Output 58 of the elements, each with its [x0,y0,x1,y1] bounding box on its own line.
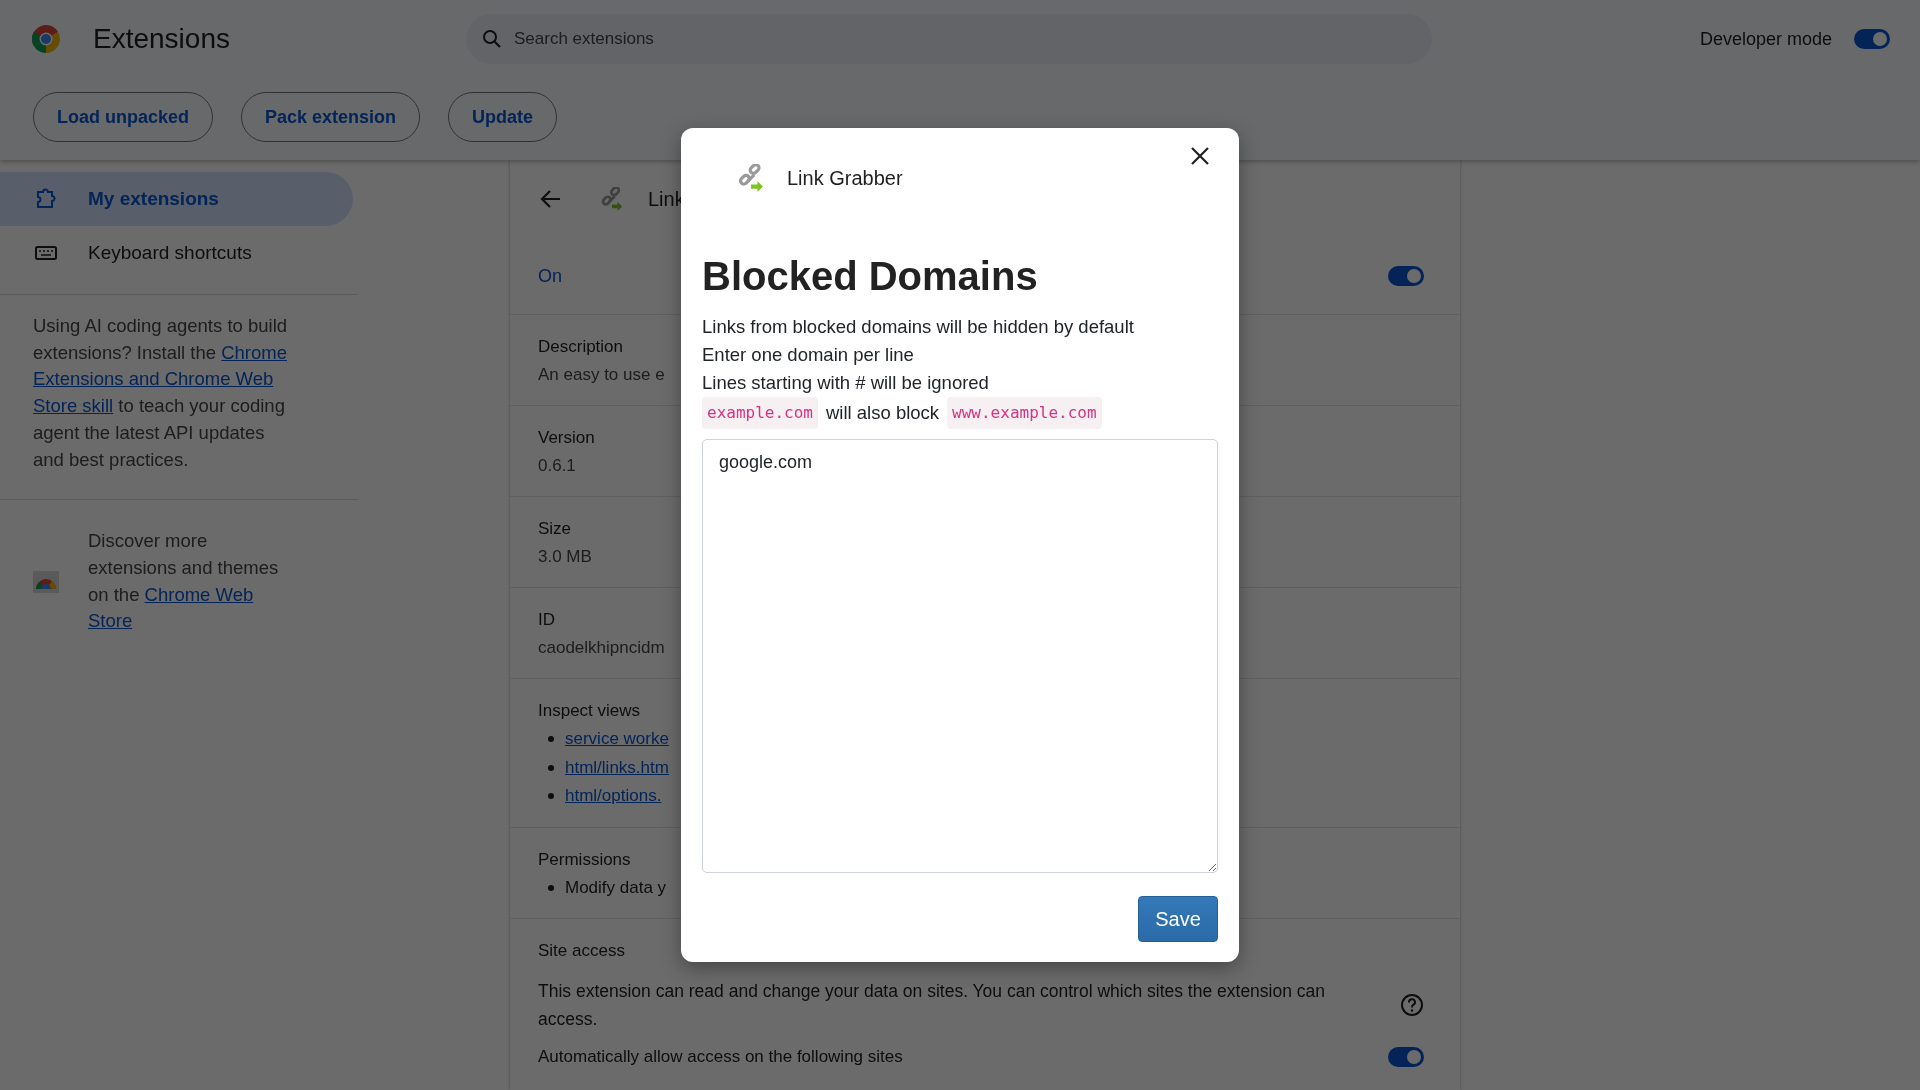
permission-text: Modify data y [565,876,667,899]
dialog-heading: Blocked Domains [702,254,1039,299]
search-icon [482,29,502,49]
puzzle-icon [35,188,57,210]
toolbar-button[interactable]: Pack extension [241,92,421,142]
section-value: 0.6.1 [538,455,576,477]
skill-link[interactable]: Store skill [33,395,114,417]
inspect-view-link[interactable]: html/options. [565,782,662,811]
back-arrow-icon[interactable] [540,188,562,210]
inspect-view-link[interactable]: html/links.htm [565,753,669,782]
dialog-extension-name: Link Grabber [787,166,903,190]
skill-link[interactable]: Chrome [221,341,287,363]
auto-allow-label: Automatically allow access on the following sites [538,1047,903,1067]
search-field[interactable]: Search extensions [466,14,1432,64]
site-access-text: This extension can read and change your data on sites. You can control which sites the extension can access. [538,980,1327,1031]
section-label: Permissions [538,848,631,871]
note-text: will also block [825,401,940,425]
inspect-view-link[interactable]: service worke [565,725,669,754]
note-text: Lines starting with # will be ignored [702,371,989,395]
skill-link[interactable]: Extensions and Chrome Web [33,368,274,390]
section-label: Size [538,518,572,540]
section-label: Version [538,427,595,449]
help-icon[interactable] [1400,993,1424,1017]
section-label: Description [538,336,624,358]
chrome-logo-icon [30,23,62,55]
chain-link-icon [737,164,765,192]
toolbar-button[interactable]: Update [448,92,558,142]
bullet-icon [548,793,554,800]
note-text: Links from blocked domains will be hidden by default [702,315,1134,339]
code-snippet: www.example.com [947,397,1102,429]
section-label: Inspect views [538,700,641,722]
sidebar-item[interactable]: Keyboard shortcuts [0,226,353,280]
section-value: An easy to use e [538,364,665,386]
note-text: Enter one domain per line [702,343,914,367]
chain-link-icon [600,187,624,211]
sidebar-item[interactable]: My extensions [0,172,353,226]
toolbar-button[interactable]: Load unpacked [33,92,214,142]
promo-text: Using AI coding agents to build extensions? Install the Chrome Extensions and Chrome Web Store skill to teach your coding agent the latest API updates and best practices. [33,314,288,472]
developer-mode-label: Developer mode [1699,28,1832,50]
auto-allow-toggle[interactable] [1388,1047,1424,1067]
page-title: Extensions [93,23,231,55]
section-label: Site access [538,940,625,962]
bullet-icon [548,736,554,743]
status-label: On [538,265,562,287]
developer-mode-toggle[interactable] [1854,29,1890,49]
section-value: caodelkhipncidm [538,637,665,659]
store-link[interactable]: Store [88,610,133,632]
section-label: ID [538,609,555,631]
bullet-icon [548,884,554,891]
domains-textarea[interactable]: google.com [702,439,1218,873]
store-link[interactable]: Chrome Web [144,583,254,605]
section-value: 3.0 MB [538,546,592,568]
enable-toggle[interactable] [1388,266,1424,286]
store-text: Discover more extensions and themes on the Chrome Web Store [88,529,279,634]
bullet-icon [548,764,554,771]
save-button[interactable]: Save [1138,896,1218,942]
close-icon[interactable] [1190,146,1210,166]
code-snippet: example.com [702,397,818,429]
